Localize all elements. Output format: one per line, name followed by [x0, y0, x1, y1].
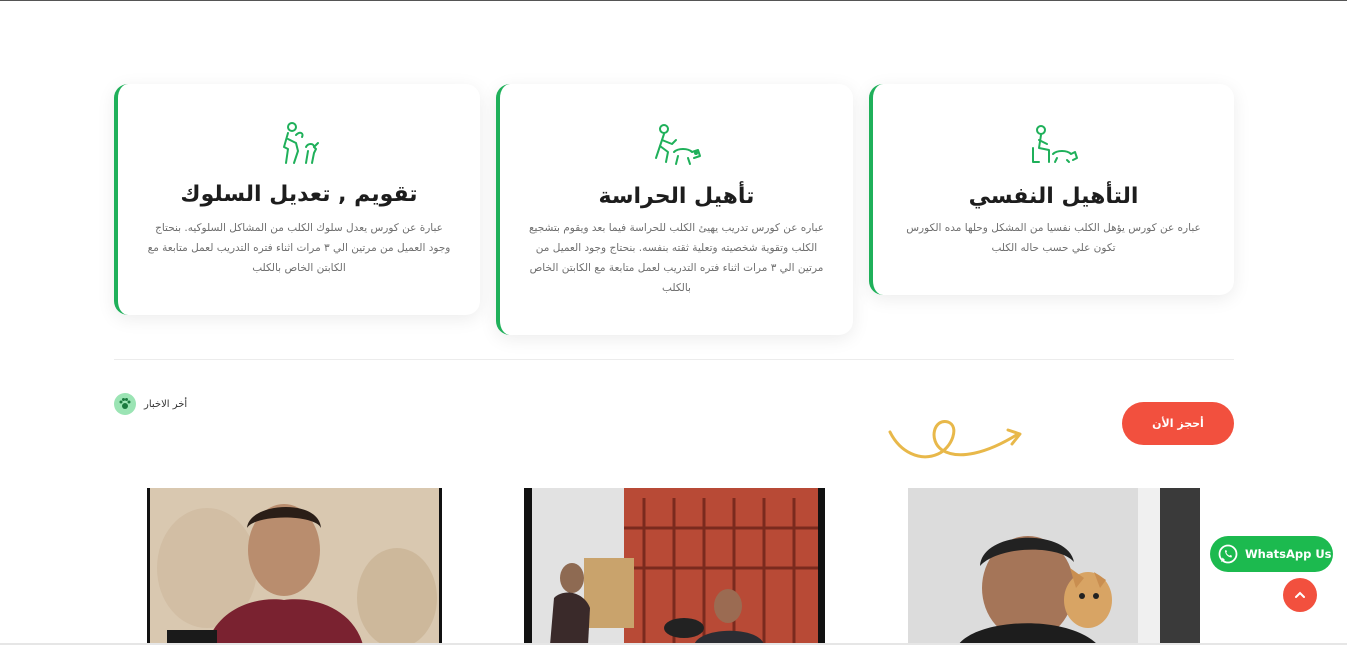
- latest-news-text: أخر الاخبار: [144, 398, 188, 410]
- paw-icon: [114, 393, 136, 415]
- video-thumbnail[interactable]: [908, 488, 1200, 645]
- service-card-behavior[interactable]: تقويم , تعديل السلوك عبارة عن كورس يعدل …: [114, 84, 480, 315]
- scroll-top-button[interactable]: [1283, 578, 1317, 612]
- book-now-button[interactable]: أحجز الأن: [1122, 402, 1234, 445]
- video-thumbnail[interactable]: [147, 488, 442, 645]
- top-border: [0, 0, 1347, 1]
- section-divider: [114, 359, 1234, 360]
- whatsapp-button[interactable]: WhatsApp Us: [1210, 536, 1333, 572]
- person-dog-training-icon: [283, 122, 319, 164]
- service-title: التأهيل النفسي: [968, 184, 1139, 209]
- service-description: عباره عن كورس يؤهل الكلب نفسيا من المشكل…: [906, 222, 1201, 254]
- video-thumbnail[interactable]: [524, 488, 825, 645]
- chevron-up-icon: [1295, 591, 1305, 598]
- curly-arrow-decoration: [888, 420, 1022, 459]
- guard-dog-icon: [654, 124, 701, 165]
- service-title: تأهيل الحراسة: [598, 184, 755, 209]
- whatsapp-label: WhatsApp Us: [1245, 547, 1332, 561]
- service-description: عبارة عن كورس يعدل سلوك الكلب من المشاكل…: [147, 222, 451, 274]
- service-card-guarding[interactable]: تأهيل الحراسة عباره عن كورس تدريب يهيئ ا…: [496, 84, 853, 335]
- service-description: عباره عن كورس تدريب يهيئ الكلب للحراسة ف…: [528, 222, 825, 294]
- latest-news-label: أخر الاخبار: [114, 392, 187, 416]
- service-card-psychological[interactable]: التأهيل النفسي عباره عن كورس يؤهل الكلب …: [869, 84, 1234, 295]
- person-sitting-dog-icon: [1031, 125, 1078, 163]
- whatsapp-icon: [1218, 544, 1238, 564]
- service-title: تقويم , تعديل السلوك: [180, 182, 418, 207]
